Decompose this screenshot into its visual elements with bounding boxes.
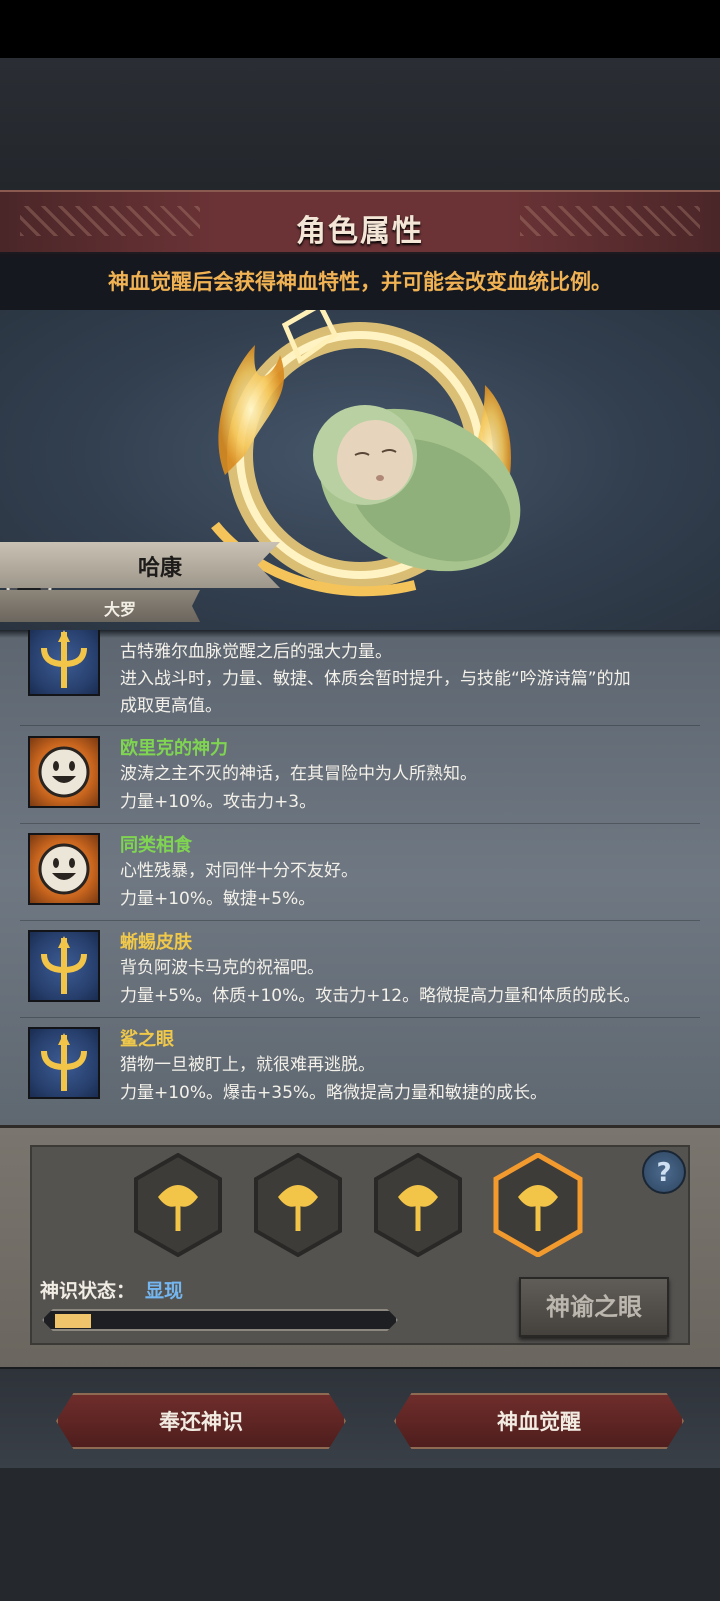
trait-name: 同类相食 xyxy=(120,835,192,856)
trait-name: 鲨之眼 xyxy=(120,1029,174,1050)
trait-name: 欧里克的神力 xyxy=(120,738,228,759)
trait-icon xyxy=(28,630,100,696)
character-class: 大罗 xyxy=(103,600,136,619)
trait-description-line: 进入战斗时，力量、敏捷、体质会暂时提升，与技能“吟游诗篇”的加 xyxy=(120,669,631,689)
divine-slot-1[interactable] xyxy=(132,1153,224,1257)
status-bar-area xyxy=(0,0,720,58)
divine-slot-3[interactable] xyxy=(372,1153,464,1257)
divider xyxy=(20,920,700,921)
divine-status-value: 显现 xyxy=(145,1280,184,1302)
character-name: 哈康 xyxy=(137,556,182,581)
title-bar: 角色属性 xyxy=(0,190,720,257)
trait-description-line: 力量+10%。攻击力+3。 xyxy=(120,792,317,812)
divine-status-label: 神识状态： xyxy=(40,1280,136,1302)
divider xyxy=(20,823,700,824)
trait-description-line: 力量+10%。敏捷+5%。 xyxy=(120,889,316,909)
page-title: 角色属性 xyxy=(296,214,424,249)
divine-slot-2[interactable] xyxy=(252,1153,344,1257)
trait-description-line: 古特雅尔血脉觉醒之后的强大力量。 xyxy=(120,642,392,662)
help-button[interactable]: ? xyxy=(642,1150,686,1194)
divine-slot-4-selected[interactable] xyxy=(492,1153,584,1257)
trait-description-line: 力量+10%。爆击+35%。略微提高力量和敏捷的成长。 xyxy=(120,1083,548,1103)
subtitle-text: 神血觉醒后会获得神血特性，并可能会改变血统比例。 xyxy=(108,270,612,294)
divine-progress-fill xyxy=(55,1314,91,1328)
trait-description-line: 力量+5%。体质+10%。攻击力+12。略微提高力量和体质的成长。 xyxy=(120,986,641,1006)
trait-icon xyxy=(28,736,100,808)
trait-list[interactable]: 古特雅尔血脉觉醒之后的强大力量。 进入战斗时，力量、敏捷、体质会暂时提升，与技能… xyxy=(0,630,720,1125)
trait-icon xyxy=(28,1027,100,1099)
background-overlay xyxy=(0,58,720,190)
return-divinity-button[interactable]: 奉还神识 xyxy=(56,1393,346,1449)
divine-progress-bar xyxy=(42,1309,398,1331)
smiley-icon xyxy=(38,843,90,895)
trait-icon xyxy=(28,930,100,1002)
trait-icon xyxy=(28,833,100,905)
trait-description-line: 猎物一旦被盯上，就很难再逃脱。 xyxy=(120,1055,375,1075)
trait-description-line: 成取更高值。 xyxy=(120,696,222,716)
trident-icon xyxy=(41,630,87,688)
trident-icon xyxy=(41,1033,87,1091)
oracle-eye-button[interactable]: 神谕之眼 xyxy=(519,1277,669,1337)
divider xyxy=(20,1017,700,1018)
bottom-area xyxy=(0,1468,720,1601)
blood-awaken-button[interactable]: 神血觉醒 xyxy=(394,1393,684,1449)
subtitle-bar: 神血觉醒后会获得神血特性，并可能会改变血统比例。 xyxy=(0,252,720,310)
trait-name: 蜥蜴皮肤 xyxy=(120,932,192,953)
trait-description-line: 背负阿波卡马克的祝福吧。 xyxy=(120,958,324,978)
trait-description-line: 波涛之主不灭的神话，在其冒险中为人所熟知。 xyxy=(120,764,477,784)
smiley-icon xyxy=(38,746,90,798)
baby-character-icon xyxy=(313,405,521,572)
trait-description-line: 心性残暴，对同伴十分不友好。 xyxy=(120,861,358,881)
divider xyxy=(20,725,700,726)
trident-icon xyxy=(41,936,87,994)
